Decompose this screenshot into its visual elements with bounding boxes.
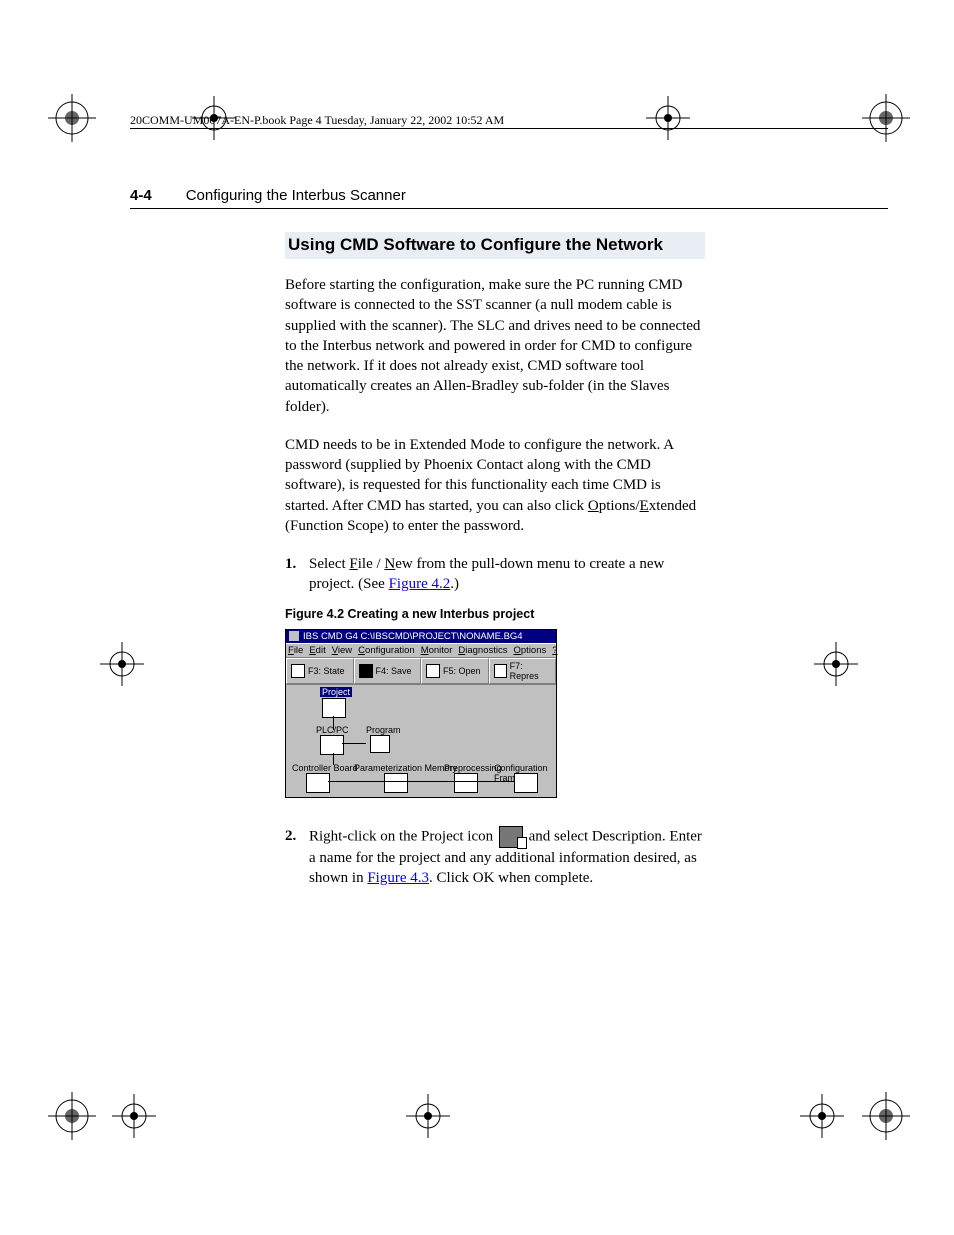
save-icon: [359, 664, 373, 678]
text: . Click OK when complete.: [429, 870, 593, 886]
section-title: Using CMD Software to Configure the Netw…: [285, 232, 705, 259]
open-icon: [426, 664, 440, 678]
menu-configuration[interactable]: Configuration: [358, 645, 415, 656]
regmark-bottom-left-target: [112, 1094, 156, 1138]
window-titlebar: IBS CMD G4 C:\IBSCMD\PROJECT\NONAME.BG4: [286, 630, 556, 643]
page-header: 4-4 Configuring the Interbus Scanner: [130, 187, 888, 205]
node-parammem-icon[interactable]: [384, 773, 408, 793]
project-icon: [499, 826, 523, 848]
window-title: IBS CMD G4 C:\IBSCMD\PROJECT\NONAME.BG4: [303, 631, 523, 642]
figure-canvas: Project PLC/PC Program Controller Board …: [286, 685, 556, 797]
sysmenu-icon: [289, 631, 299, 641]
regmark-bottom-right-target: [800, 1094, 844, 1138]
step-number: 1.: [285, 554, 309, 595]
paragraph-2: CMD needs to be in Extended Mode to conf…: [285, 435, 705, 536]
menu-file[interactable]: File: [288, 645, 303, 656]
tbtn-label: F4: Save: [376, 666, 412, 676]
step-1: 1. Select File / New from the pull-down …: [285, 554, 705, 595]
node-program-icon[interactable]: [370, 735, 390, 753]
regmark-bottom-mid: [406, 1094, 450, 1138]
regmark-mid-right: [814, 642, 858, 686]
node-parammem-label: Parameterization Memory: [354, 763, 457, 773]
link-figure-4-3[interactable]: Figure 4.3: [367, 870, 429, 886]
tbtn-label: F5: Open: [443, 666, 481, 676]
underline-options: O: [588, 498, 599, 514]
regmark-top-right: [862, 94, 910, 142]
menu-diagnostics[interactable]: Diagnostics: [458, 645, 507, 656]
paragraph-1: Before starting the configuration, make …: [285, 275, 705, 417]
regmark-top-left: [48, 94, 96, 142]
figure-caption: Figure 4.2 Creating a new Interbus proje…: [285, 607, 705, 621]
underline-file: F: [349, 556, 357, 572]
book-header-line: 20COMM-UM007A-EN-P.book Page 4 Tuesday, …: [130, 113, 504, 128]
connector: [328, 781, 514, 782]
regmark-bottom-left: [48, 1092, 96, 1140]
node-plcpc-icon[interactable]: [320, 735, 344, 755]
link-figure-4-2[interactable]: Figure 4.2: [389, 576, 451, 592]
rule-header: [130, 208, 888, 209]
menu-help[interactable]: ?: [552, 645, 557, 656]
regmark-mid-left: [100, 642, 144, 686]
figure-4-2: IBS CMD G4 C:\IBSCMD\PROJECT\NONAME.BG4 …: [285, 629, 557, 798]
underline-extended: E: [640, 498, 649, 514]
menu-edit[interactable]: Edit: [309, 645, 325, 656]
toolbar: F3: State F4: Save F5: Open F7: Repres: [286, 658, 556, 685]
step-2: 2. Right-click on the Project icon and s…: [285, 826, 705, 889]
text: Select: [309, 556, 349, 572]
text: ile /: [358, 556, 385, 572]
node-project-label: Project: [320, 687, 352, 697]
toolbar-state[interactable]: F3: State: [286, 658, 354, 684]
regmark-bottom-right: [862, 1092, 910, 1140]
chapter-title: Configuring the Interbus Scanner: [186, 187, 406, 204]
menu-options[interactable]: Options: [514, 645, 547, 656]
text: ptions/: [599, 498, 640, 514]
node-ctrlboard-icon[interactable]: [306, 773, 330, 793]
tbtn-label: F7: Repres: [510, 661, 551, 681]
repres-icon: [494, 664, 507, 678]
node-ctrlboard-label: Controller Board: [292, 763, 358, 773]
text: Right-click on the Project icon: [309, 828, 497, 844]
node-program-label: Program: [366, 725, 401, 735]
node-project-icon[interactable]: [322, 698, 346, 718]
tbtn-label: F3: State: [308, 666, 345, 676]
node-preproc-icon[interactable]: [454, 773, 478, 793]
menu-view[interactable]: View: [332, 645, 352, 656]
underline-new: N: [384, 556, 395, 572]
step-number: 2.: [285, 826, 309, 889]
toolbar-repres[interactable]: F7: Repres: [489, 658, 557, 684]
menu-monitor[interactable]: Monitor: [421, 645, 453, 656]
node-cfgframe-icon[interactable]: [514, 773, 538, 793]
toolbar-save[interactable]: F4: Save: [354, 658, 422, 684]
state-icon: [291, 664, 305, 678]
node-plcpc-label: PLC/PC: [316, 725, 349, 735]
regmark-top-right-target: [646, 96, 690, 140]
connector: [342, 743, 366, 744]
node-preproc-label: Preprocessing: [444, 763, 502, 773]
text: .): [450, 576, 459, 592]
page-number: 4-4: [130, 187, 152, 204]
menubar: File Edit View Configuration Monitor Dia…: [286, 643, 556, 658]
toolbar-open[interactable]: F5: Open: [421, 658, 489, 684]
rule-top: [130, 128, 888, 129]
